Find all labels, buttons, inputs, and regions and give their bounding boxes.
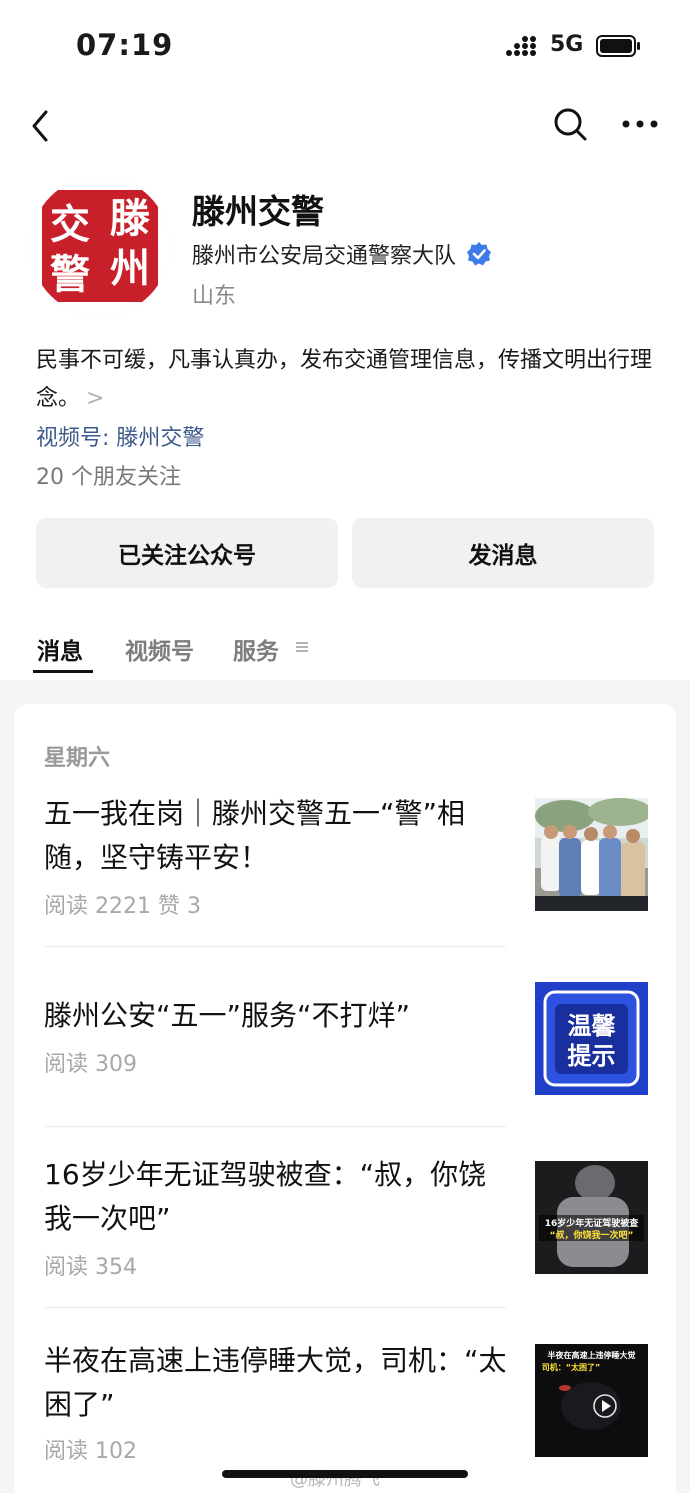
divider [44, 946, 506, 947]
article-meta: 阅读 309 [44, 1052, 137, 1077]
article-item[interactable]: 五一我在岗｜滕州交警五一“警”相随，坚守铸平安！ 阅读 2221 赞 3 [44, 792, 648, 922]
menu-lines-icon[interactable] [295, 638, 309, 656]
day-label: 星期六 [44, 746, 111, 771]
article-item[interactable]: 半夜在高速上违停睡大觉，司机：“太困了” 阅读 102 半夜在高速上违停睡大觉 … [44, 1339, 648, 1469]
verified-icon [467, 242, 492, 266]
tab-channels[interactable]: 视频号 [125, 632, 194, 666]
active-tab-indicator [33, 670, 93, 673]
svg-text:滕: 滕 [110, 196, 150, 242]
svg-text:警: 警 [50, 252, 90, 298]
watermark: @滕州腾飞 [290, 1469, 380, 1490]
home-indicator[interactable] [222, 1470, 468, 1478]
article-thumbnail: 温馨 提示 [535, 982, 648, 1095]
thumb-text: 提示 [568, 1042, 616, 1070]
tab-services[interactable]: 服务 [233, 632, 279, 666]
avatar[interactable]: 交 滕 警 州 [30, 176, 170, 316]
highway-night-image: 半夜在高速上违停睡大觉 司机：“太困了” [535, 1344, 648, 1457]
more-icon[interactable] [618, 104, 662, 144]
status-time: 07:19 [76, 28, 174, 62]
account-description[interactable]: 民事不可缓，凡事认真办，发布交通管理信息，传播文明出行理念。 > [36, 342, 656, 418]
svg-text:交: 交 [50, 202, 90, 248]
search-icon[interactable] [548, 102, 592, 146]
follow-button[interactable]: 已关注公众号 [36, 518, 338, 588]
signal-icon [506, 36, 536, 56]
friends-following[interactable]: 20 个朋友关注 [36, 459, 181, 491]
organization-label: 滕州市公安局交通警察大队 [192, 244, 457, 269]
officers-photo-image [535, 798, 648, 911]
back-icon[interactable] [22, 100, 58, 148]
network-type: 5G [550, 32, 584, 57]
avatar-logo: 交 滕 警 州 [30, 176, 170, 316]
account-organization: 滕州市公安局交通警察大队 [192, 238, 492, 270]
article-thumbnail: 半夜在高速上违停睡大觉 司机：“太困了” [535, 1344, 648, 1457]
article-thumbnail [535, 798, 648, 911]
article-thumbnail: 16岁少年无证驾驶被查 “叔，你饶我一次吧” [535, 1161, 648, 1274]
account-region: 山东 [192, 284, 237, 309]
svg-text:州: 州 [110, 246, 150, 292]
tab-bar: 消息 视频号 服务 [0, 620, 690, 680]
battery-icon [596, 35, 640, 57]
article-title: 半夜在高速上违停睡大觉，司机：“太困了” [44, 1344, 507, 1421]
warm-tip-image: 温馨 提示 [535, 982, 648, 1095]
article-item[interactable]: 16岁少年无证驾驶被查：“叔，你饶我一次吧” 阅读 354 16岁少年无证驾驶被… [44, 1153, 648, 1283]
divider [44, 1126, 506, 1127]
article-meta: 阅读 2221 赞 3 [44, 894, 201, 919]
status-bar: 07:19 5G [0, 0, 690, 90]
thumb-caption: 司机：“太困了” [542, 1362, 601, 1372]
divider [44, 1307, 506, 1308]
thumb-text: 温馨 [568, 1012, 617, 1040]
description-text: 民事不可缓，凡事认真办，发布交通管理信息，传播文明出行理念。 [36, 348, 653, 411]
night-stop-image: 16岁少年无证驾驶被查 “叔，你饶我一次吧” [535, 1161, 648, 1274]
channel-link[interactable]: 视频号: 滕州交警 [36, 420, 204, 452]
article-title: 16岁少年无证驾驶被查：“叔，你饶我一次吧” [44, 1158, 487, 1235]
account-name: 滕州交警 [192, 192, 324, 231]
article-meta: 阅读 102 [44, 1439, 137, 1464]
article-title: 滕州公安“五一”服务“不打烊” [44, 999, 411, 1032]
article-meta: 阅读 354 [44, 1255, 137, 1280]
thumb-caption: 16岁少年无证驾驶被查 [545, 1217, 640, 1229]
article-title: 五一我在岗｜滕州交警五一“警”相随，坚守铸平安！ [44, 797, 466, 874]
thumb-caption: 半夜在高速上违停睡大觉 [548, 1350, 636, 1360]
send-message-button[interactable]: 发消息 [352, 518, 654, 588]
nav-bar [0, 96, 690, 152]
chevron-right-icon: > [86, 386, 105, 411]
article-item[interactable]: 滕州公安“五一”服务“不打烊” 阅读 309 温馨 提示 [44, 982, 648, 1104]
thumb-caption: “叔，你饶我一次吧” [550, 1229, 634, 1241]
tab-messages[interactable]: 消息 [37, 632, 83, 666]
